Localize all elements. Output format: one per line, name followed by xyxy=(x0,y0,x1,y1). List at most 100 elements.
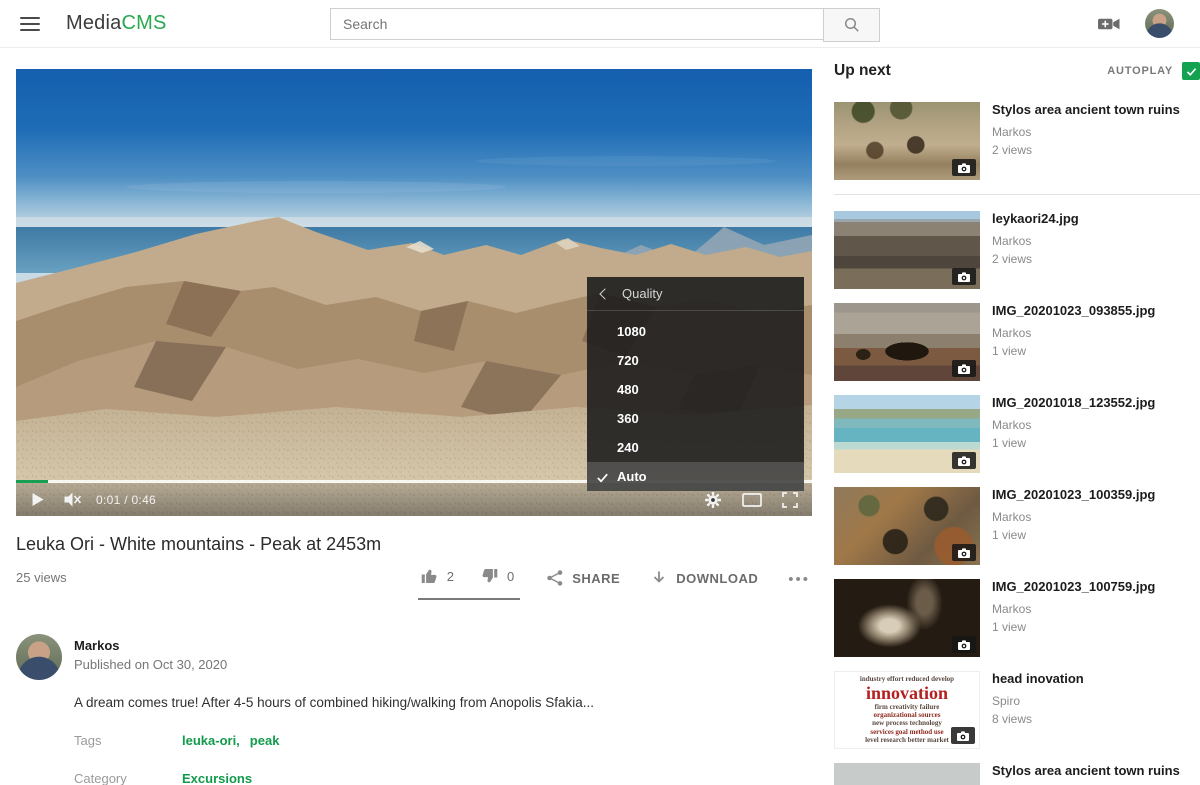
search-button[interactable] xyxy=(823,8,880,42)
hamburger-icon xyxy=(20,17,40,19)
camera-badge xyxy=(952,544,976,561)
view-count: 25 views xyxy=(16,567,67,585)
time-display: 0:01 / 0:46 xyxy=(96,493,156,507)
tags-label: Tags xyxy=(74,733,182,748)
quality-option-240[interactable]: 240 xyxy=(587,433,804,462)
theater-mode-button[interactable] xyxy=(742,493,762,507)
camera-badge xyxy=(952,268,976,285)
up-next-item[interactable]: Stylos area ancient town ruins xyxy=(834,763,1200,785)
like-button[interactable]: 2 xyxy=(420,567,454,585)
upnext-title: IMG_20201023_100759.jpg xyxy=(992,579,1155,595)
logo-cms: CMS xyxy=(121,12,166,34)
up-next-item[interactable]: IMG_20201023_100359.jpg Markos 1 view xyxy=(834,487,1200,565)
upnext-thumbnail xyxy=(834,487,980,565)
like-count: 2 xyxy=(447,569,454,584)
camera-badge xyxy=(951,727,975,744)
upnext-views: 2 views xyxy=(992,143,1180,157)
up-next-item[interactable]: IMG_20201023_100759.jpg Markos 1 view xyxy=(834,579,1200,657)
volume-muted-icon xyxy=(63,491,82,508)
up-next-item[interactable]: IMG_20201023_093855.jpg Markos 1 view xyxy=(834,303,1200,381)
logo-media: Media xyxy=(66,12,121,34)
rating-group: 2 0 xyxy=(418,567,520,600)
up-next-item[interactable]: Stylos area ancient town ruins Markos 2 … xyxy=(834,102,1200,180)
category-link[interactable]: Excursions xyxy=(182,771,252,785)
camera-icon xyxy=(957,271,971,283)
upnext-views: 1 view xyxy=(992,528,1155,542)
logo[interactable]: MediaCMS xyxy=(66,12,167,35)
upnext-title: IMG_20201023_093855.jpg xyxy=(992,303,1155,319)
dislike-count: 0 xyxy=(507,569,514,584)
upnext-info: IMG_20201023_100759.jpg Markos 1 view xyxy=(992,579,1155,657)
upnext-thumbnail xyxy=(834,763,980,785)
video-player[interactable]: Quality 1080720480360240Auto xyxy=(16,69,812,516)
up-next-item[interactable]: IMG_20201018_123552.jpg Markos 1 view xyxy=(834,395,1200,473)
quality-option-480[interactable]: 480 xyxy=(587,375,804,404)
thumbs-down-icon xyxy=(480,567,499,585)
upnext-info: IMG_20201023_093855.jpg Markos 1 view xyxy=(992,303,1155,381)
share-label: SHARE xyxy=(572,571,620,586)
quality-menu-back[interactable]: Quality xyxy=(587,277,804,311)
menu-button[interactable] xyxy=(20,17,40,31)
upnext-info: Stylos area ancient town ruins xyxy=(992,763,1180,785)
upnext-title: IMG_20201018_123552.jpg xyxy=(992,395,1155,411)
download-icon xyxy=(650,569,668,587)
play-button[interactable] xyxy=(30,492,45,507)
upnext-info: leykaori24.jpg Markos 2 views xyxy=(992,211,1079,289)
autoplay-toggle[interactable]: AUTOPLAY xyxy=(1107,62,1200,80)
upnext-thumbnail xyxy=(834,102,980,180)
theater-mode-icon xyxy=(742,493,762,507)
quality-option-360[interactable]: 360 xyxy=(587,404,804,433)
tags-list: leuka-ori, peak xyxy=(182,733,289,748)
upnext-thumbnail xyxy=(834,303,980,381)
dislike-button[interactable]: 0 xyxy=(480,567,514,585)
quality-menu-title: Quality xyxy=(622,286,662,301)
more-options-button[interactable]: ••• xyxy=(788,567,810,588)
check-icon xyxy=(595,470,610,485)
fullscreen-button[interactable] xyxy=(782,492,798,508)
upnext-thumbnail: industry effort reduced developinnovatio… xyxy=(834,671,980,749)
upload-media-button[interactable] xyxy=(1098,16,1121,32)
upnext-views: 8 views xyxy=(992,712,1084,726)
tag-link-peak[interactable]: peak xyxy=(250,733,280,748)
upnext-author: Spiro xyxy=(992,694,1084,708)
share-button[interactable]: SHARE xyxy=(546,567,620,587)
quality-option-auto[interactable]: Auto xyxy=(587,462,804,491)
meta-row: 25 views 2 0 xyxy=(16,567,812,600)
search-input[interactable] xyxy=(330,8,823,40)
camera-icon xyxy=(957,547,971,559)
upnext-thumbnail xyxy=(834,395,980,473)
author-name[interactable]: Markos xyxy=(74,638,227,653)
settings-button[interactable] xyxy=(704,491,722,509)
up-next-item[interactable]: leykaori24.jpg Markos 2 views xyxy=(834,211,1200,289)
upnext-info: Stylos area ancient town ruins Markos 2 … xyxy=(992,102,1180,180)
upnext-title: IMG_20201023_100359.jpg xyxy=(992,487,1155,503)
upnext-views: 1 view xyxy=(992,344,1155,358)
share-icon xyxy=(546,569,564,587)
autoplay-checkbox[interactable] xyxy=(1182,62,1200,80)
page-title: Leuka Ori - White mountains - Peak at 24… xyxy=(16,534,812,555)
gear-icon xyxy=(704,491,722,509)
upnext-info: IMG_20201018_123552.jpg Markos 1 view xyxy=(992,395,1155,473)
tag-link-leuka-ori[interactable]: leuka-ori, xyxy=(182,733,240,748)
download-button[interactable]: DOWNLOAD xyxy=(650,567,758,587)
tags-row: Tags leuka-ori, peak xyxy=(74,733,812,748)
camera-icon xyxy=(956,730,970,742)
up-next-title: Up next xyxy=(834,62,891,80)
user-avatar[interactable] xyxy=(1145,9,1174,38)
thumbs-up-icon xyxy=(420,567,439,585)
player-right-controls xyxy=(704,491,798,509)
quality-option-1080[interactable]: 1080 xyxy=(587,317,804,346)
category-row: Category Excursions xyxy=(74,771,812,785)
camera-badge xyxy=(952,360,976,377)
more-icon: ••• xyxy=(788,571,810,588)
upnext-views: 2 views xyxy=(992,252,1079,266)
quality-option-720[interactable]: 720 xyxy=(587,346,804,375)
upnext-views: 1 view xyxy=(992,436,1155,450)
mute-button[interactable] xyxy=(63,491,82,508)
upnext-author: Markos xyxy=(992,510,1155,524)
up-next-item[interactable]: industry effort reduced developinnovatio… xyxy=(834,671,1200,749)
camera-icon xyxy=(957,363,971,375)
author-avatar[interactable] xyxy=(16,634,62,680)
camera-icon xyxy=(957,455,971,467)
quality-options: 1080720480360240Auto xyxy=(587,311,804,491)
